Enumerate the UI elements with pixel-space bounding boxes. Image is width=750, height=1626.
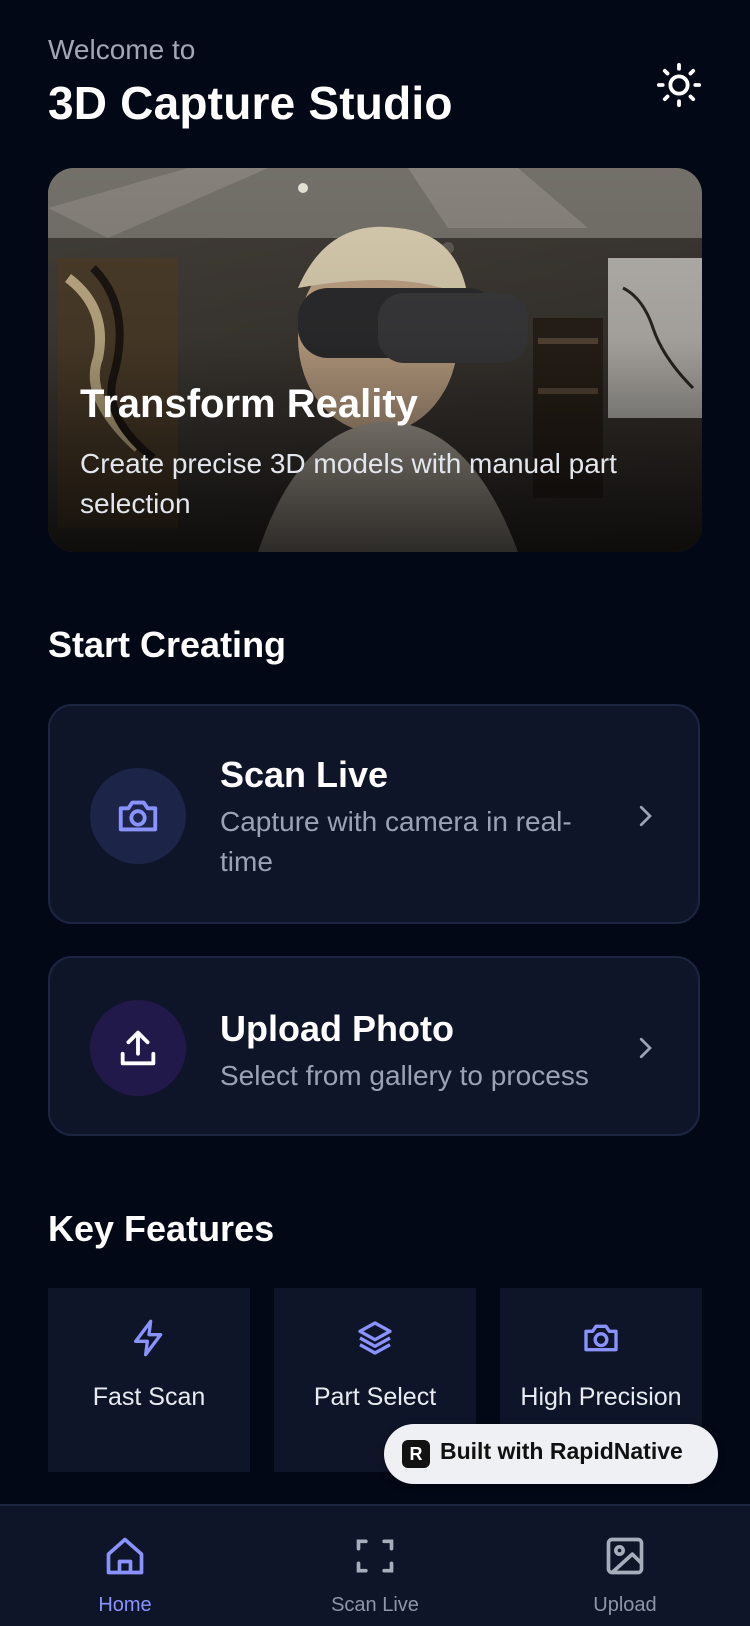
page-title: 3D Capture Studio: [48, 77, 453, 129]
feature-label: Fast Scan: [92, 1383, 206, 1411]
bottom-tab-bar: Home Scan Live Upload: [0, 1504, 750, 1626]
welcome-text: Welcome to: [48, 34, 196, 65]
hero-title: Transform Reality: [80, 382, 418, 426]
tab-label: Scan Live: [331, 1594, 419, 1616]
chevron-right-icon: [639, 805, 652, 827]
key-features-heading: Key Features: [48, 1208, 275, 1249]
scan-live-description: Capture with camera in real-time: [220, 806, 572, 877]
camera-icon: [584, 1324, 618, 1352]
theme-toggle-button[interactable]: [652, 58, 706, 112]
upload-photo-icon-circle: [90, 1000, 186, 1096]
tab-scan-live[interactable]: Scan Live: [250, 1506, 500, 1626]
sun-icon: [656, 62, 702, 108]
home-icon: [106, 1537, 144, 1575]
rapidnative-logo-icon: R: [402, 1440, 430, 1468]
hero-banner: Transform Reality Create precise 3D mode…: [48, 168, 702, 552]
upload-icon: [120, 1030, 156, 1066]
tab-label: Upload: [593, 1594, 657, 1616]
built-with-badge[interactable]: R Built with RapidNative: [384, 1424, 718, 1484]
scan-live-title: Scan Live: [220, 754, 389, 795]
tab-label: Home: [98, 1594, 152, 1616]
image-icon: [606, 1537, 644, 1575]
feature-label: Part Select: [313, 1383, 437, 1411]
start-creating-heading: Start Creating: [48, 624, 287, 665]
camera-icon: [118, 800, 158, 832]
tab-home[interactable]: Home: [0, 1506, 250, 1626]
tab-upload[interactable]: Upload: [500, 1506, 750, 1626]
feature-fast-scan[interactable]: Fast Scan: [48, 1288, 250, 1472]
badge-label: Built with RapidNative: [440, 1438, 683, 1464]
scan-icon: [356, 1539, 394, 1573]
upload-photo-card[interactable]: Upload Photo Select from gallery to proc…: [48, 956, 700, 1136]
scan-live-icon-circle: [90, 768, 186, 864]
layers-icon: [358, 1321, 392, 1355]
lightning-icon: [134, 1319, 163, 1357]
feature-label: High Precision: [520, 1383, 682, 1411]
hero-subtitle: Create precise 3D models with manual par…: [80, 448, 617, 519]
upload-photo-description: Select from gallery to process: [220, 1060, 589, 1091]
chevron-right-icon: [639, 1037, 652, 1059]
upload-photo-title: Upload Photo: [220, 1008, 454, 1049]
scan-live-card[interactable]: Scan Live Capture with camera in real-ti…: [48, 704, 700, 924]
